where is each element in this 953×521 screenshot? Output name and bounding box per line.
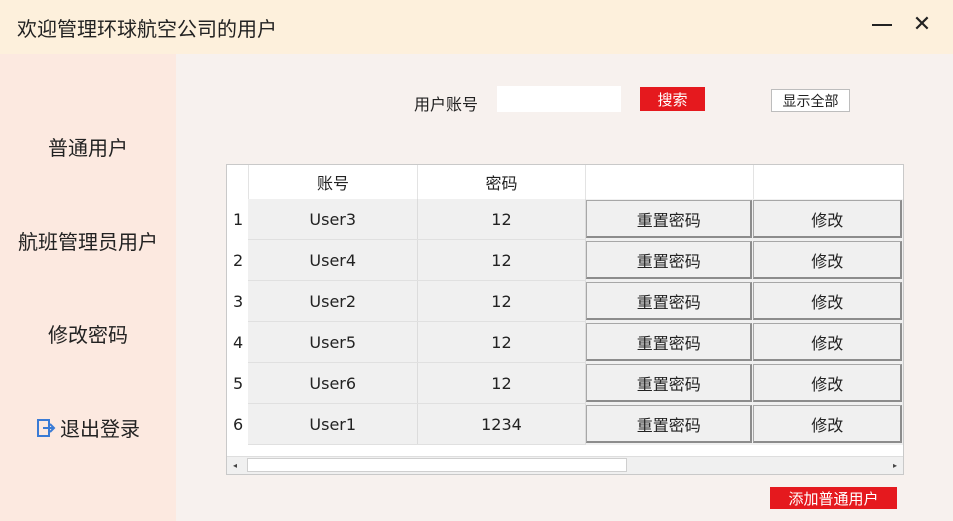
column-header-reset[interactable] — [585, 165, 754, 199]
account-cell[interactable]: User3 — [248, 199, 418, 240]
edit-cell: 修改 — [753, 239, 903, 281]
logout-icon — [36, 418, 56, 443]
column-header-password[interactable]: 密码 — [417, 165, 586, 199]
close-icon[interactable]: ✕ — [911, 14, 933, 36]
password-cell[interactable]: 12 — [417, 362, 586, 404]
reset-password-button[interactable]: 重置密码 — [585, 405, 753, 443]
sidebar-item-change-password[interactable]: 修改密码 — [0, 319, 176, 348]
show-all-button[interactable]: 显示全部 — [771, 89, 850, 112]
reset-cell: 重置密码 — [585, 321, 754, 363]
table-row: 5 User6 12 重置密码 修改 — [227, 362, 903, 404]
table-header-row: 账号 密码 — [227, 165, 903, 199]
edit-button[interactable]: 修改 — [753, 323, 902, 361]
add-regular-user-button[interactable]: 添加普通用户 — [770, 487, 897, 509]
scroll-left-icon[interactable]: ◂ — [233, 461, 237, 470]
user-table: 账号 密码 1 User3 12 重置密码 修改 2 User4 12 重置密码… — [226, 164, 904, 475]
edit-button[interactable]: 修改 — [753, 200, 902, 239]
account-cell[interactable]: User1 — [248, 403, 418, 445]
window-title: 欢迎管理环球航空公司的用户 — [17, 16, 277, 41]
edit-button[interactable]: 修改 — [753, 282, 902, 320]
edit-button[interactable]: 修改 — [753, 364, 902, 402]
table-row: 4 User5 12 重置密码 修改 — [227, 321, 903, 363]
account-cell[interactable]: User4 — [248, 239, 418, 281]
reset-password-button[interactable]: 重置密码 — [585, 241, 753, 279]
table-row: 3 User2 12 重置密码 修改 — [227, 280, 903, 322]
password-cell[interactable]: 1234 — [417, 403, 586, 445]
reset-password-button[interactable]: 重置密码 — [585, 323, 753, 361]
sidebar-item-label: 退出登录 — [60, 417, 140, 441]
table-row: 1 User3 12 重置密码 修改 — [227, 199, 903, 240]
reset-cell: 重置密码 — [585, 403, 754, 445]
table-row: 2 User4 12 重置密码 修改 — [227, 239, 903, 281]
reset-cell: 重置密码 — [585, 362, 754, 404]
sidebar: 普通用户 航班管理员用户 修改密码 退出登录 — [0, 54, 176, 521]
search-input[interactable] — [497, 86, 621, 112]
search-label: 用户账号 — [414, 95, 479, 114]
reset-cell: 重置密码 — [585, 199, 754, 240]
password-cell[interactable]: 12 — [417, 280, 586, 322]
password-cell[interactable]: 12 — [417, 199, 586, 240]
reset-cell: 重置密码 — [585, 239, 754, 281]
sidebar-item-label: 修改密码 — [48, 323, 128, 347]
row-number: 3 — [227, 280, 249, 322]
row-number-header — [227, 165, 249, 199]
window-controls: ✕ — [871, 14, 933, 36]
title-bar: 欢迎管理环球航空公司的用户 ✕ — [0, 0, 953, 54]
row-number: 6 — [227, 403, 249, 445]
account-cell[interactable]: User6 — [248, 362, 418, 404]
reset-password-button[interactable]: 重置密码 — [585, 200, 753, 239]
row-number: 5 — [227, 362, 249, 404]
password-cell[interactable]: 12 — [417, 321, 586, 363]
search-button[interactable]: 搜索 — [640, 87, 705, 111]
reset-password-button[interactable]: 重置密码 — [585, 282, 753, 320]
row-number: 1 — [227, 199, 249, 240]
column-header-account[interactable]: 账号 — [248, 165, 418, 199]
sidebar-item-label: 航班管理员用户 — [18, 230, 158, 254]
edit-cell: 修改 — [753, 199, 903, 240]
edit-cell: 修改 — [753, 321, 903, 363]
row-number: 2 — [227, 239, 249, 281]
horizontal-scrollbar[interactable]: ◂ ▸ — [227, 456, 903, 474]
reset-cell: 重置密码 — [585, 280, 754, 322]
scrollbar-thumb[interactable] — [247, 458, 627, 472]
sidebar-item-label: 普通用户 — [48, 136, 128, 160]
password-cell[interactable]: 12 — [417, 239, 586, 281]
scroll-right-icon[interactable]: ▸ — [893, 461, 897, 470]
column-header-edit[interactable] — [753, 165, 903, 199]
sidebar-item-logout[interactable]: 退出登录 — [0, 413, 176, 443]
account-cell[interactable]: User5 — [248, 321, 418, 363]
reset-password-button[interactable]: 重置密码 — [585, 364, 753, 402]
edit-cell: 修改 — [753, 362, 903, 404]
row-number: 4 — [227, 321, 249, 363]
edit-button[interactable]: 修改 — [753, 405, 902, 443]
sidebar-item-regular-users[interactable]: 普通用户 — [0, 132, 176, 161]
minimize-icon[interactable] — [871, 14, 893, 36]
edit-cell: 修改 — [753, 403, 903, 445]
table-row: 6 User1 1234 重置密码 修改 — [227, 403, 903, 445]
sidebar-item-flight-admin-users[interactable]: 航班管理员用户 — [0, 226, 176, 255]
edit-button[interactable]: 修改 — [753, 241, 902, 279]
edit-cell: 修改 — [753, 280, 903, 322]
account-cell[interactable]: User2 — [248, 280, 418, 322]
